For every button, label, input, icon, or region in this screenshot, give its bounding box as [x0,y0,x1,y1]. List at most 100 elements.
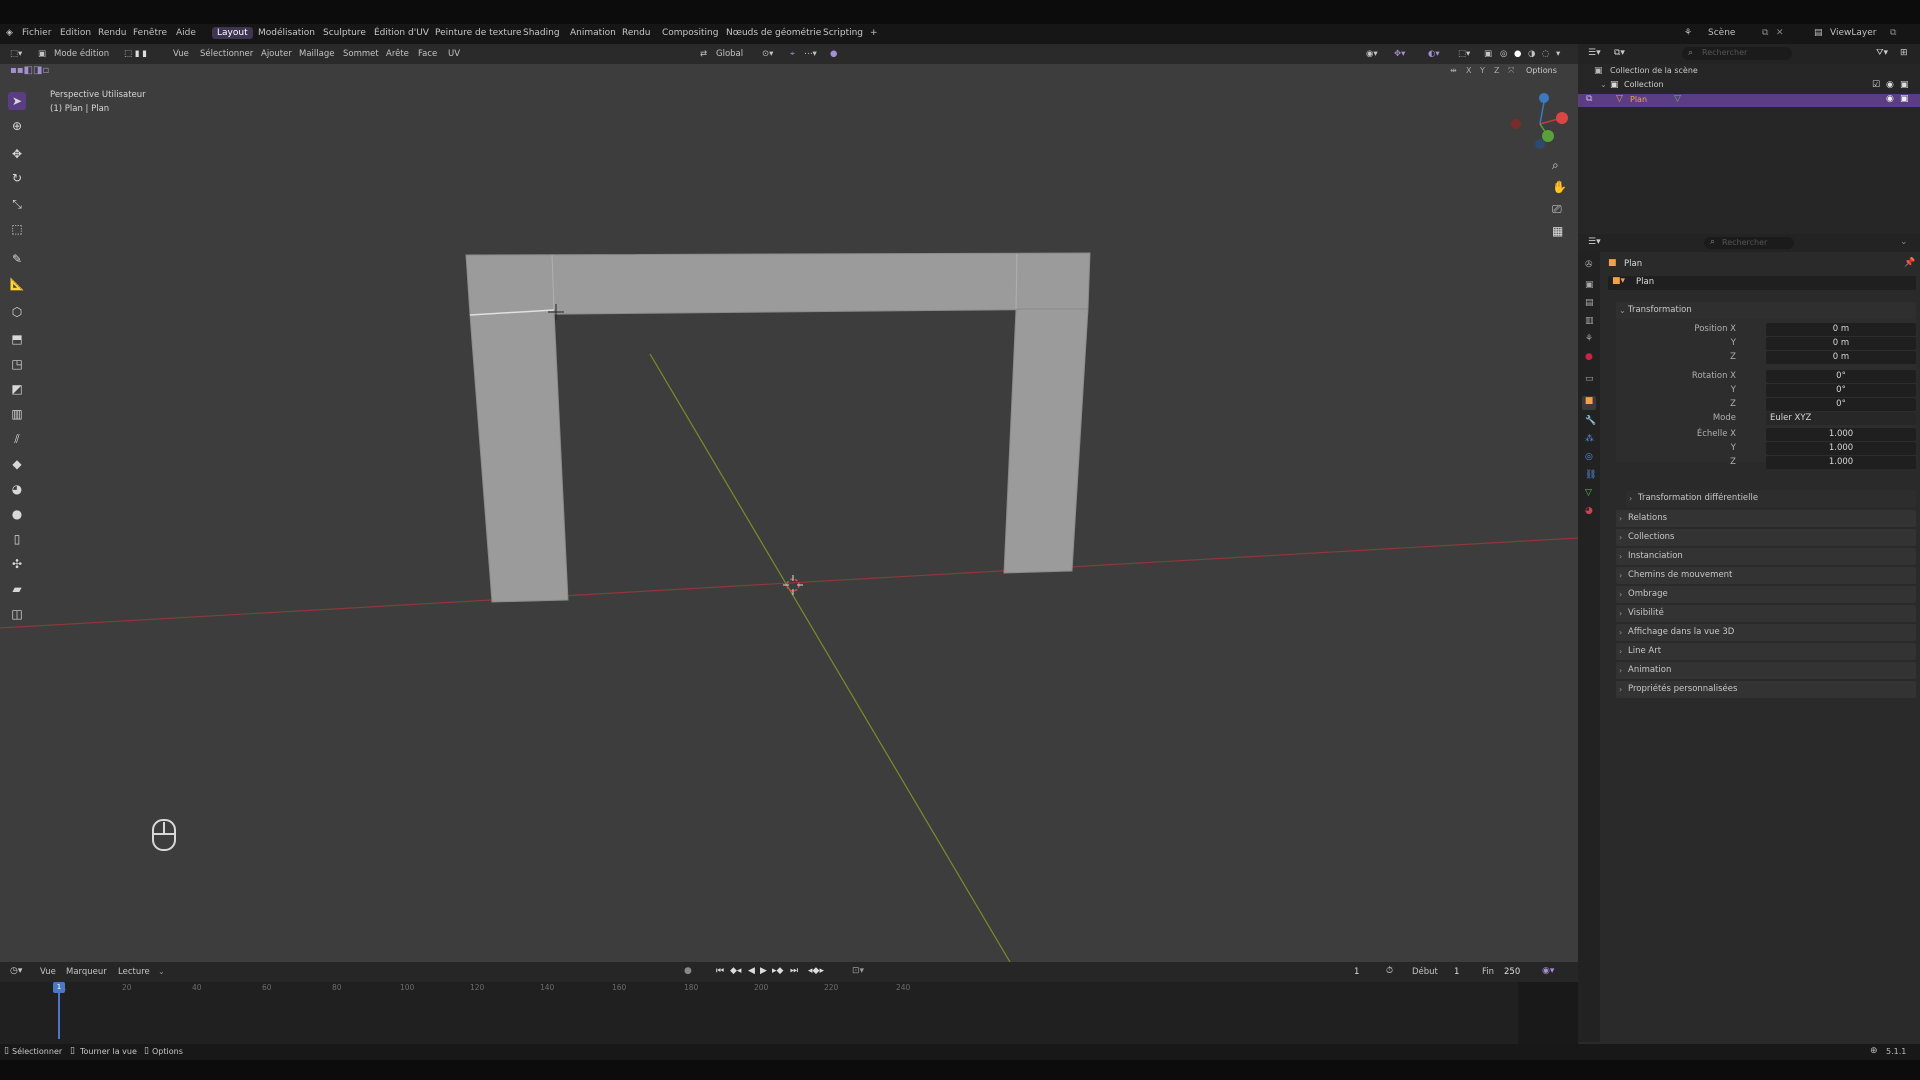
menu-uv[interactable]: UV [448,49,460,59]
outliner-row-root[interactable]: ▣ Collection de la scène [1578,66,1920,78]
xray-icon[interactable]: ▣ [1484,49,1492,59]
keyframe-icons[interactable]: ◂◆▸ [808,966,824,976]
cursor-icon[interactable]: ⊕ [8,117,26,135]
poly-build-icon[interactable]: ◆ [8,455,26,473]
close-icon[interactable]: ✕ [1776,28,1784,38]
section-instanciation[interactable]: › Instanciation [1616,548,1916,565]
scene-icon[interactable]: ⚘ [1684,28,1692,38]
delta-transform-section[interactable]: › Transformation différentielle [1626,490,1916,507]
editor-type-icon[interactable]: ⬚▾ [10,49,22,59]
menu-rendu[interactable]: Rendu [98,28,127,38]
mode-select[interactable]: Mode édition [54,49,109,59]
tab-rendu[interactable]: Rendu [617,27,656,39]
exclude-checkbox-icon[interactable]: ☑ [1872,80,1880,90]
loop-cut-icon[interactable]: ▥ [8,405,26,423]
options-dropdown[interactable]: Options [1526,66,1557,75]
clock-icon[interactable]: ⏱ [1386,966,1393,976]
scale-icon[interactable]: ⤡ [8,195,26,213]
auto-merge-icon[interactable]: ⤧ [1508,66,1514,76]
tab-scripting[interactable]: Scripting [818,27,868,39]
menu-ajouter[interactable]: Ajouter [261,49,292,59]
output-tab-icon[interactable]: ▤ [1585,298,1594,308]
pin-icon[interactable]: 📌 [1904,258,1915,268]
pan-hand-icon[interactable]: ✋ [1552,180,1567,194]
display-mode-icon[interactable]: ⧉▾ [1614,48,1625,58]
timeline-menu-marqueur[interactable]: Marqueur [66,967,107,977]
menu-fenetre[interactable]: Fenêtre [133,28,167,38]
view-layer-icon[interactable]: ▤ [1814,28,1823,38]
plan-camera-icon[interactable]: ▣ [1900,94,1909,104]
snap-target-icon[interactable]: ⋯▾ [804,49,817,59]
section-animation[interactable]: › Animation [1616,662,1916,679]
section-line-art[interactable]: › Line Art [1616,643,1916,660]
properties-options-icon[interactable]: ⌄ [1900,237,1908,247]
section-affichage-vue-3d[interactable]: › Affichage dans la vue 3D [1616,624,1916,641]
menu-face[interactable]: Face [418,49,437,59]
start-frame-field[interactable]: 1 [1454,967,1459,977]
perspective-toggle-icon[interactable]: ▦ [1552,224,1563,238]
knife-icon[interactable]: ⫽ [8,430,26,448]
edge-slide-icon[interactable]: ▯ [8,530,26,548]
modifier-tab-icon[interactable]: 🔧 [1585,416,1596,426]
object-name-field[interactable]: ■▾ Plan [1608,276,1916,290]
scale-z-field[interactable]: 1.000 [1766,456,1916,469]
position-z-field[interactable]: 0 m [1766,351,1916,364]
mirror-z[interactable]: Z [1494,66,1499,75]
3d-viewport[interactable]: ⬚▾ ▣ Mode édition ⬚ ▮ ▮ Vue Sélectionner… [0,44,1578,962]
timeline-track[interactable]: 1 20 40 60 80 100 120 140 160 180 200 22… [0,982,1578,1044]
tab-peinture-texture[interactable]: Peinture de texture [430,27,527,39]
filter-icon[interactable]: ⛛▾ [1876,48,1888,58]
bevel-icon[interactable]: ◩ [8,380,26,398]
wireframe-shading-icon[interactable]: ◎ [1500,49,1507,59]
end-frame-field[interactable]: 250 [1504,967,1520,977]
outliner-row-collection[interactable]: ⌄ ▣ Collection ☑ ◉ ▣ [1578,80,1920,92]
outliner-row-plan[interactable]: ⧉ ▽ Plan ▽ ◉ ▣ [1578,94,1920,107]
section-visibilite[interactable]: › Visibilité [1616,605,1916,622]
tab-modelisation[interactable]: Modélisation [253,27,320,39]
tool-tab-icon[interactable]: ✇ [1585,260,1593,270]
timeline-menu-lecture[interactable]: Lecture [118,967,150,977]
rotation-mode-select[interactable]: Euler XYZ [1766,412,1916,425]
position-y-field[interactable]: 0 m [1766,337,1916,350]
proportional-edit-icon[interactable]: ● [830,49,837,59]
prev-keyframe-icon[interactable]: ◆◂ [730,966,741,976]
view-layer-copy-icon[interactable]: ⧉ [1890,28,1896,38]
annotate-icon[interactable]: ✎ [8,250,26,268]
timeline-menu-vue[interactable]: Vue [40,967,56,977]
constraints-tab-icon[interactable]: ⛓ [1585,470,1596,480]
scene-name[interactable]: Scène [1708,28,1735,38]
tab-edition-uv[interactable]: Édition d'UV [369,27,434,39]
add-workspace-button[interactable]: + [870,28,878,38]
edit-mode-icon[interactable]: ⧉ [1586,94,1592,104]
jump-start-icon[interactable]: ⏮ [716,966,724,976]
smooth-icon[interactable]: ● [8,505,26,523]
tab-noeuds-geometrie[interactable]: Nœuds de géométrie [721,27,826,39]
shear-icon[interactable]: ▰ [8,580,26,598]
transformation-section-header[interactable]: ⌄ Transformation [1616,302,1916,319]
play-icon[interactable]: ▶ [760,966,767,976]
keying-set-icon[interactable]: ⊡▾ [852,966,864,976]
menu-aide[interactable]: Aide [176,28,196,38]
camera-view-icon[interactable]: ⎚ [1552,202,1562,217]
next-keyframe-icon[interactable]: ▸◆ [772,966,783,976]
new-collection-icon[interactable]: ⊞ [1900,48,1908,58]
object-tab-icon[interactable]: ■ [1582,396,1596,410]
menu-maillage[interactable]: Maillage [299,49,334,59]
auto-keying-icon[interactable]: ● [684,966,692,976]
tab-animation[interactable]: Animation [565,27,621,39]
move-icon[interactable]: ✥ [8,145,26,163]
mirror-icon[interactable]: ⇹ [1450,66,1457,75]
zoom-icon[interactable]: ⌕ [1552,158,1559,173]
solid-shading-icon[interactable]: ● [1514,49,1521,59]
menu-sommet[interactable]: Sommet [343,49,379,59]
section-chemins-mouvement[interactable]: › Chemins de mouvement [1616,567,1916,584]
view-layer-name[interactable]: ViewLayer [1830,28,1876,38]
inset-icon[interactable]: ◳ [8,355,26,373]
orientation-icon[interactable]: ⇄ [700,49,707,59]
tab-compositing[interactable]: Compositing [657,27,723,39]
scale-x-field[interactable]: 1.000 [1766,428,1916,441]
copy-icon[interactable]: ⧉ [1762,28,1768,38]
pivot-icon[interactable]: ⊙▾ [762,49,773,59]
section-ombrage[interactable]: › Ombrage [1616,586,1916,603]
timeline-overlay-icon[interactable]: ◉▾ [1542,966,1554,976]
